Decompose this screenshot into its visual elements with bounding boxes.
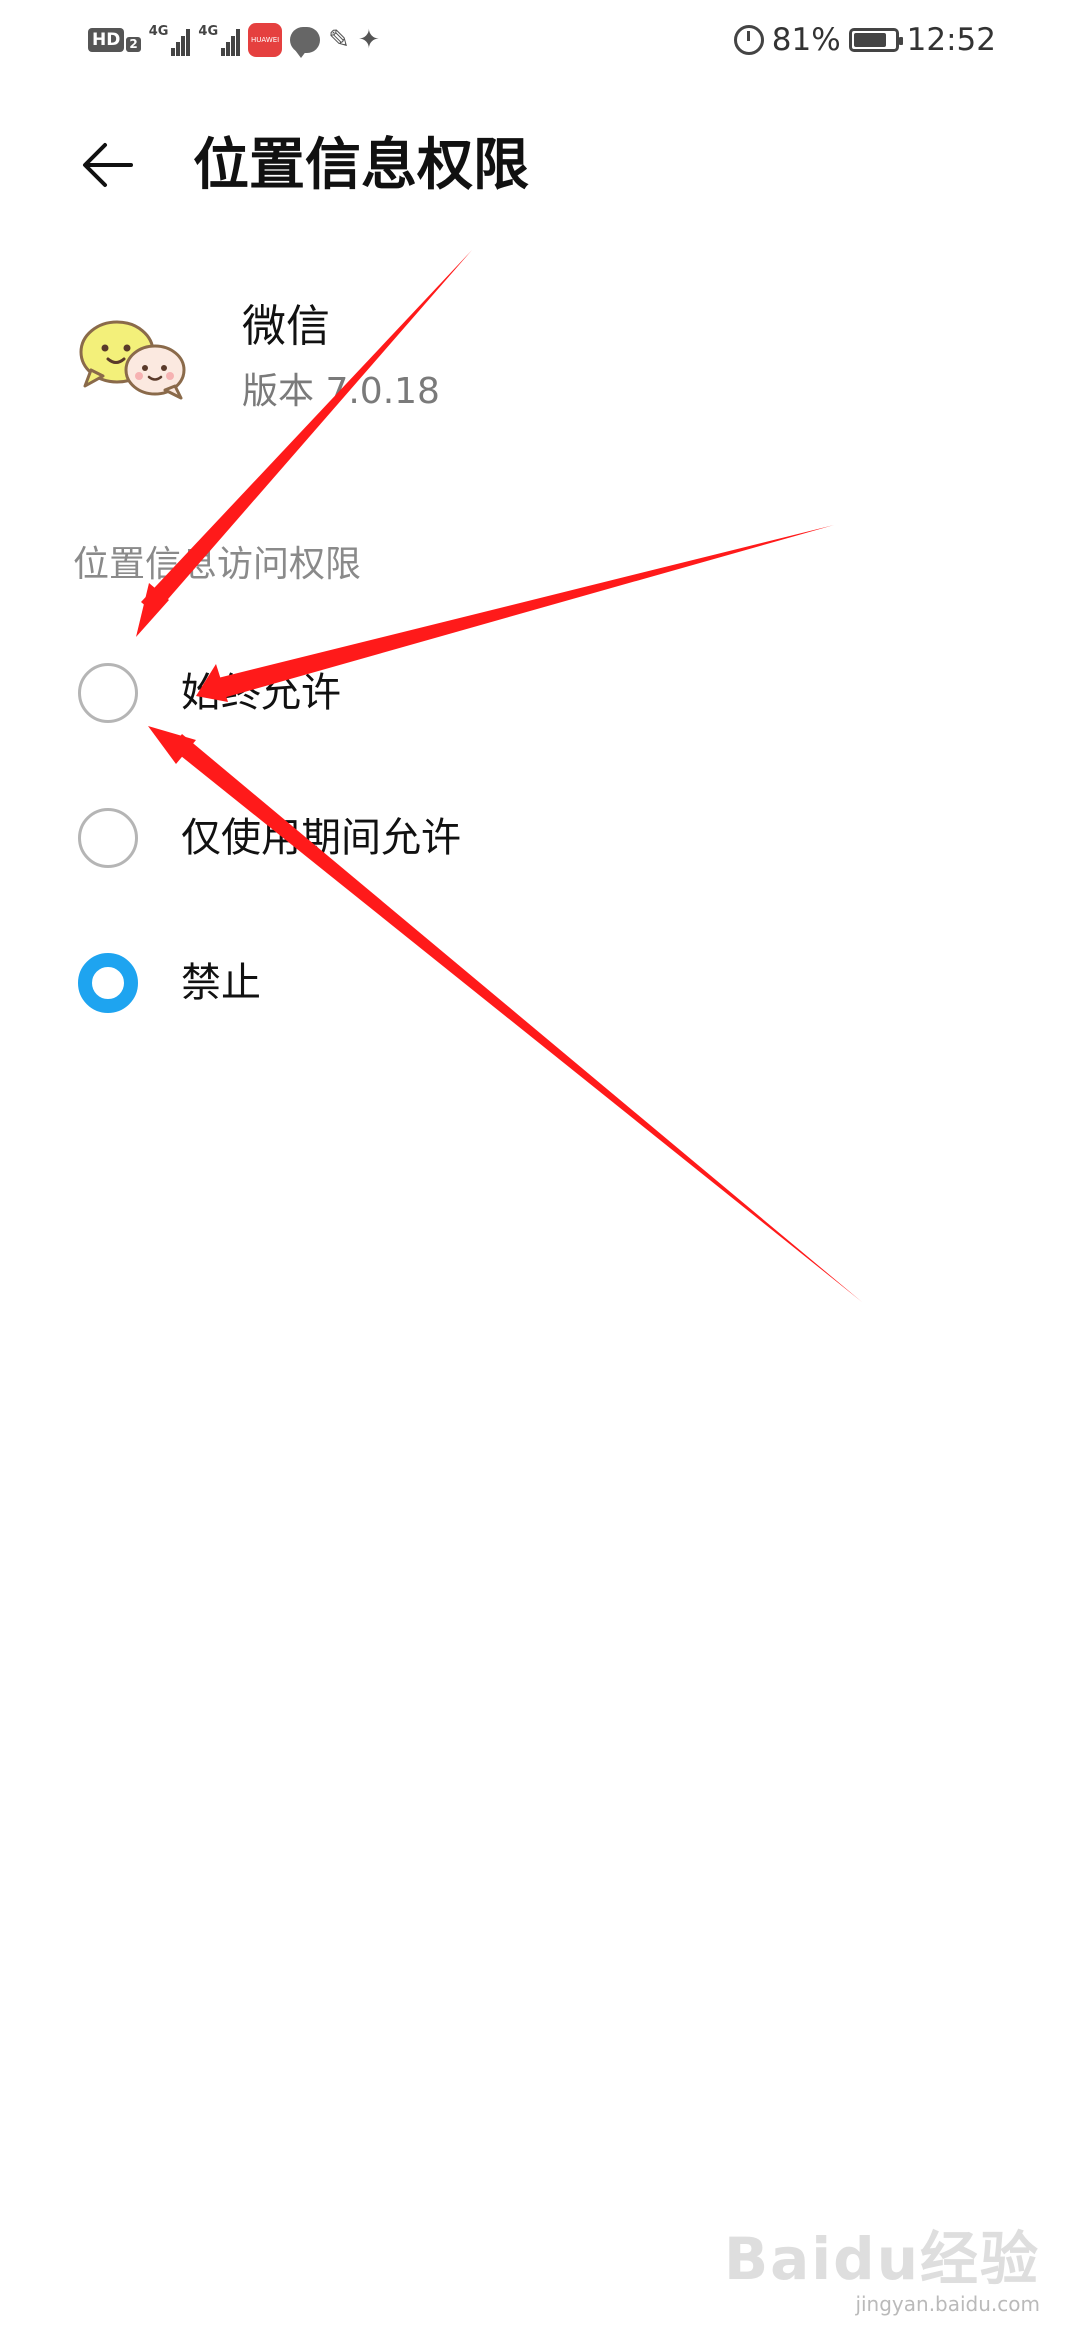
notification-icon: ✎ <box>328 25 350 55</box>
radio-button[interactable] <box>78 808 138 868</box>
hd-sub: 2 <box>126 37 141 52</box>
option-label: 始终允许 <box>181 670 341 716</box>
app-name: 微信 <box>242 301 330 352</box>
option-always-allow[interactable]: 始终允许 <box>0 628 1080 758</box>
clock: 12:52 <box>906 22 996 58</box>
hd-icon: HD 2 <box>88 28 141 52</box>
app-version: 版本 7.0.18 <box>242 371 440 412</box>
section-header: 位置信息访问权限 <box>73 544 362 585</box>
signal-icon: 4G <box>198 24 241 56</box>
watermark-main: Baidu经验 <box>723 2225 1040 2293</box>
arrow-left-icon <box>83 143 133 187</box>
hd-label: HD <box>88 28 125 52</box>
huawei-app-icon: HUAWEI <box>248 23 283 57</box>
alipay-icon: ✦ <box>357 25 380 55</box>
option-label: 禁止 <box>181 960 261 1006</box>
network-type-1: 4G <box>148 24 169 39</box>
radio-button-selected[interactable] <box>78 953 138 1013</box>
page-title: 位置信息权限 <box>193 133 529 198</box>
option-label: 仅使用期间允许 <box>181 815 461 861</box>
message-icon <box>290 27 321 58</box>
wechat-icon <box>79 320 186 400</box>
alarm-icon <box>733 25 764 55</box>
battery-percent: 81% <box>771 22 841 58</box>
baidu-watermark: Baidu经验 jingyan.baidu.com <box>724 2212 1040 2316</box>
radio-button[interactable] <box>78 663 138 723</box>
status-bar: HD 2 4G 4G HUAWEI ✎ ✦ 81% 12:52 <box>0 0 1080 80</box>
status-icons-left: HD 2 4G 4G HUAWEI ✎ ✦ <box>88 18 380 62</box>
back-button[interactable] <box>64 120 154 210</box>
option-allow-while-using[interactable]: 仅使用期间允许 <box>0 773 1080 903</box>
option-deny[interactable]: 禁止 <box>0 918 1080 1048</box>
signal-icon: 4G <box>149 24 191 56</box>
network-type-2: 4G <box>198 24 219 39</box>
status-icons-right: 81% 12:52 <box>733 18 996 62</box>
battery-icon <box>848 28 903 52</box>
